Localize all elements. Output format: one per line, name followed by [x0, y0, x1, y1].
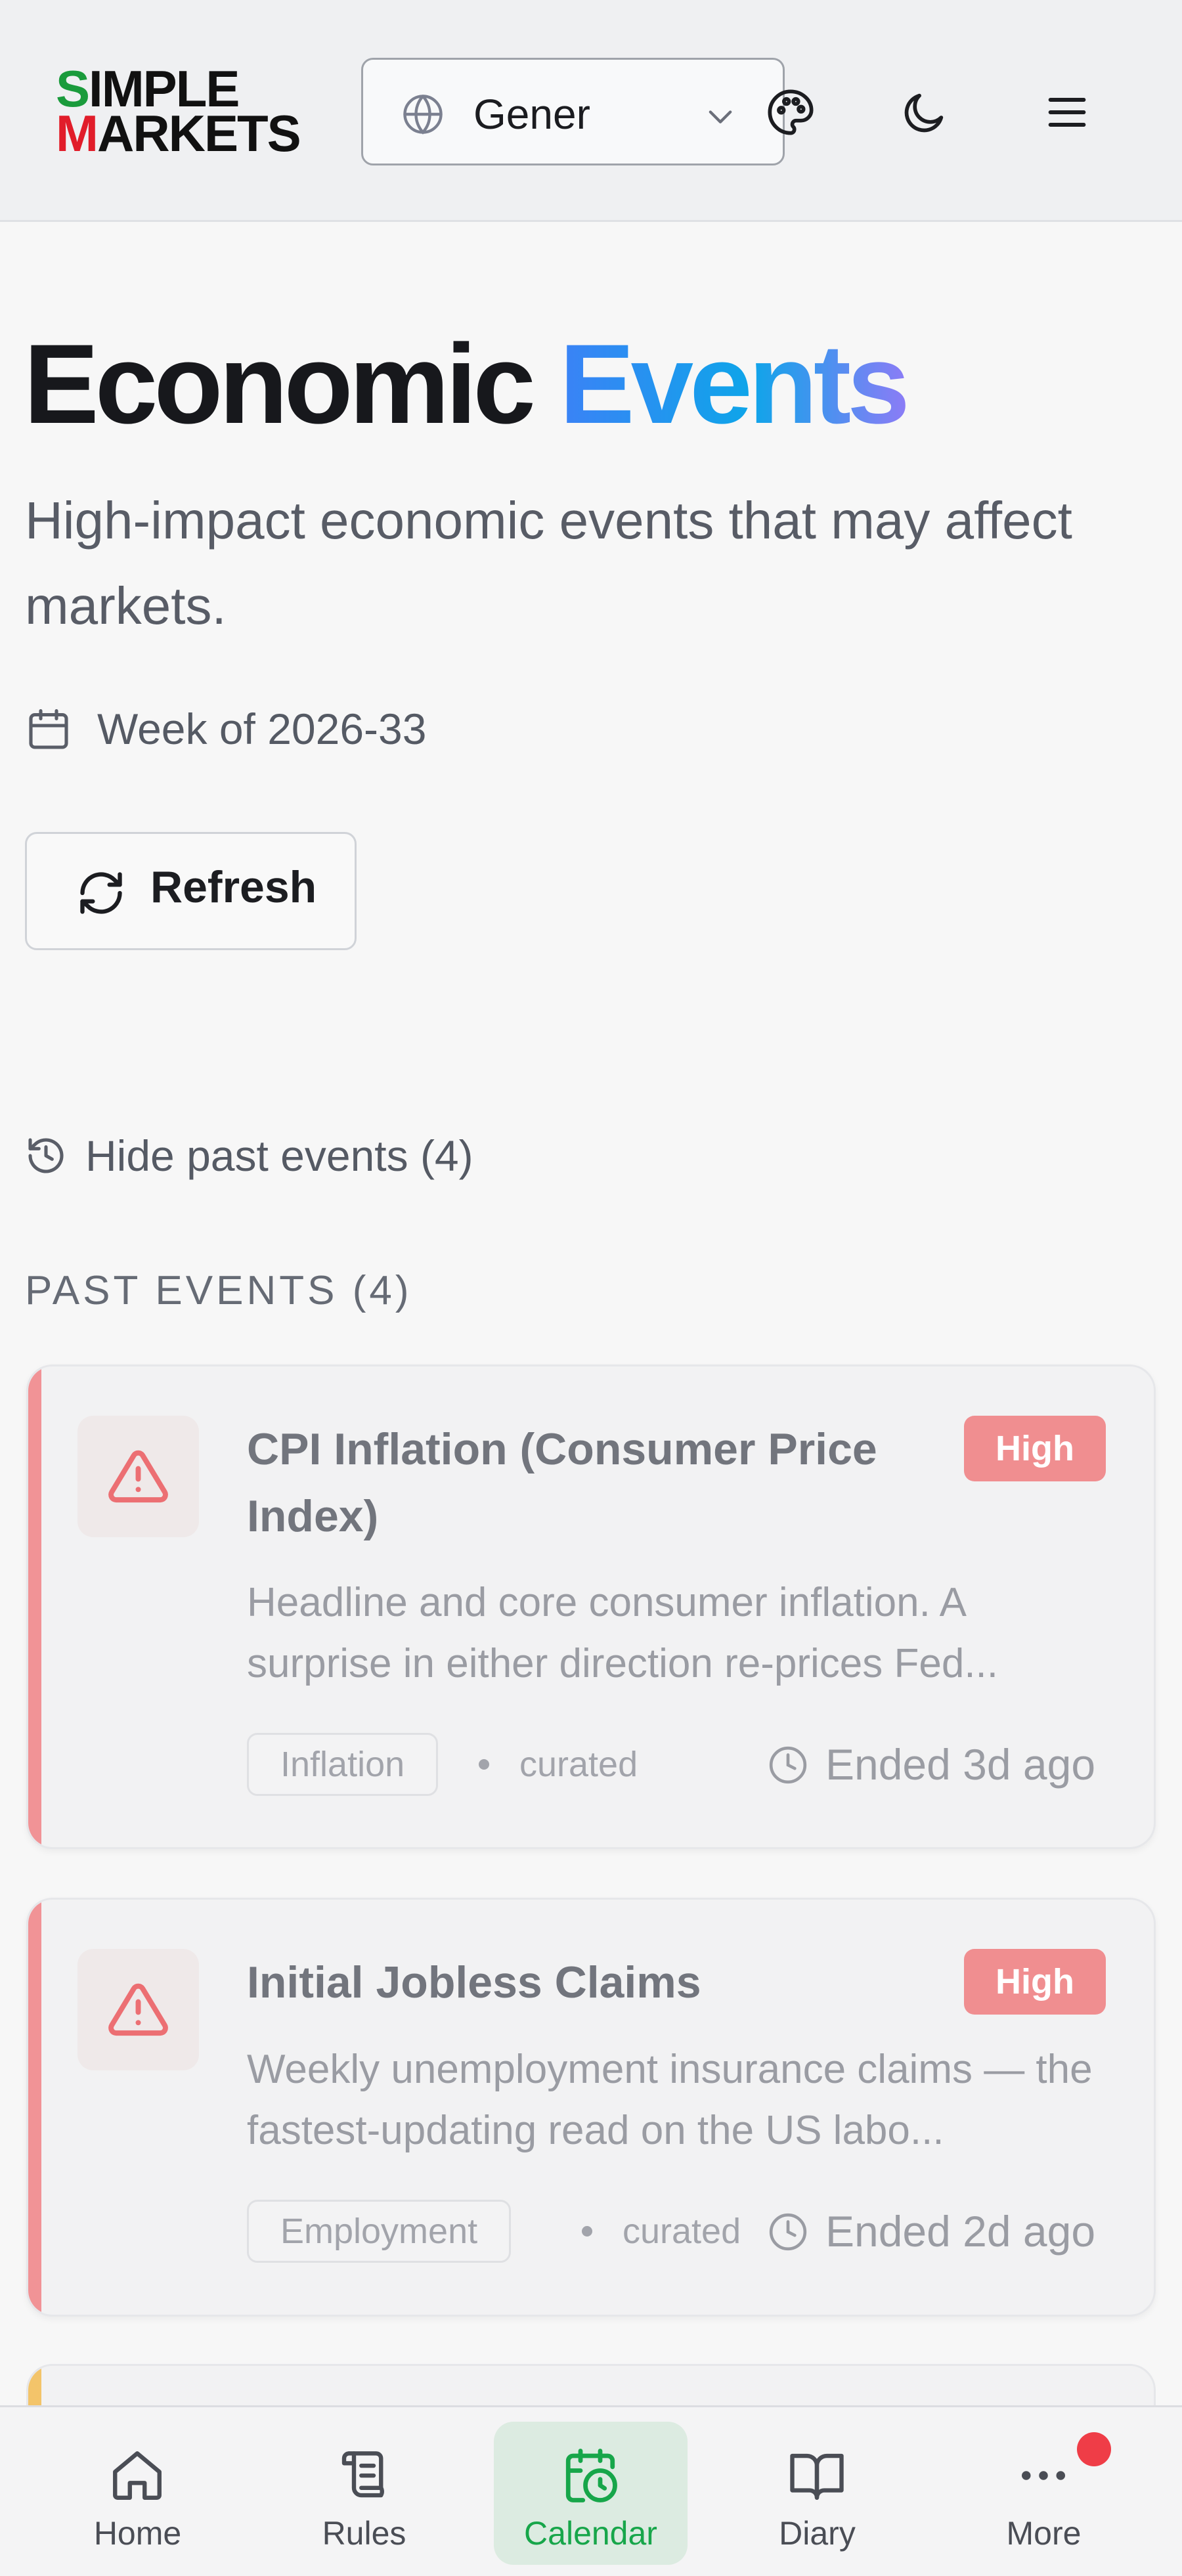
- event-status-label: Ended 3d ago: [825, 1740, 1096, 1789]
- calendar-icon: [29, 709, 68, 749]
- category-tag: Inflation: [247, 1733, 439, 1796]
- nav-more-label: More: [1006, 2515, 1082, 2552]
- nav-calendar-label: Calendar: [524, 2515, 657, 2552]
- calendar-clock-icon: [565, 2449, 617, 2502]
- refresh-button[interactable]: Refresh: [25, 832, 357, 950]
- impact-icon-box: [77, 1416, 199, 1537]
- nav-diary-label: Diary: [779, 2515, 856, 2552]
- event-description: Weekly unemployment insurance claims — t…: [247, 2047, 1093, 2153]
- nav-calendar[interactable]: Calendar: [494, 2422, 688, 2565]
- event-source: curated: [519, 1745, 638, 1784]
- refresh-icon: [80, 872, 122, 914]
- refresh-label: Refresh: [150, 862, 317, 912]
- impact-icon-box: [77, 1949, 199, 2070]
- page-title-main: Economic: [24, 321, 536, 447]
- home-icon: [113, 2451, 162, 2500]
- bottom-navigation: Home Rules Calendar Diary More: [0, 2405, 1182, 2576]
- event-source: curated: [623, 2212, 741, 2251]
- page-title: Economic Events: [24, 321, 910, 447]
- nav-rules[interactable]: Rules: [267, 2422, 461, 2565]
- clock-icon: [769, 1746, 807, 1784]
- event-description: Headline and core consumer inflation. A …: [247, 1580, 999, 1686]
- category-tag: Employment: [247, 2200, 512, 2263]
- event-title: Initial Jobless Claims: [247, 1957, 701, 2007]
- moon-icon[interactable]: [900, 87, 950, 137]
- palette-icon[interactable]: [766, 87, 816, 137]
- more-icon: [1022, 2471, 1065, 2480]
- nav-home-label: Home: [93, 2515, 182, 2552]
- nav-rules-label: Rules: [322, 2515, 406, 2552]
- separator-dot: [582, 2226, 592, 2237]
- week-label: Week of 2026-33: [97, 705, 427, 753]
- logo-arkets: ARKETS: [97, 104, 301, 162]
- event-status: Ended 2d ago: [768, 2200, 1106, 2263]
- language-select-value: Gener: [473, 91, 590, 138]
- impact-badge: High: [964, 1416, 1106, 1481]
- event-meta: Inflation curated Ended 3d ago: [247, 1733, 1106, 1799]
- event-status: Ended 3d ago: [768, 1733, 1106, 1796]
- hide-past-events-label: Hide past events (4): [85, 1131, 473, 1180]
- history-icon: [28, 1138, 64, 1173]
- impact-accent-bar: [28, 1366, 41, 1847]
- past-events-heading: PAST EVENTS (4): [25, 1268, 412, 1313]
- chevron-down-icon: [709, 110, 732, 123]
- warning-triangle-icon: [108, 1983, 168, 2036]
- book-icon: [790, 2453, 844, 2500]
- page-subtitle: High-impact economic events that may aff…: [25, 491, 1072, 635]
- page-title-accent: Events: [559, 321, 910, 447]
- event-card-cpi[interactable]: CPI Inflation (Consumer Price Index) Hig…: [26, 1364, 1156, 1849]
- app-header: SIMPLE MARKETS Gener: [0, 0, 1182, 222]
- logo-m: M: [56, 104, 98, 162]
- event-status-label: Ended 2d ago: [825, 2207, 1096, 2256]
- notification-dot: [1077, 2432, 1111, 2466]
- clock-icon: [769, 2213, 807, 2251]
- separator-dot: [479, 1759, 489, 1770]
- impact-accent-bar: [28, 1900, 41, 2315]
- event-meta: Employment curated Ended 2d ago: [247, 2200, 1106, 2265]
- nav-more[interactable]: More: [947, 2422, 1141, 2565]
- scroll-icon: [341, 2451, 384, 2498]
- warning-triangle-icon: [108, 1450, 168, 1503]
- nav-home[interactable]: Home: [41, 2422, 234, 2565]
- simple-markets-logo[interactable]: SIMPLE MARKETS: [56, 63, 305, 162]
- nav-diary[interactable]: Diary: [720, 2422, 914, 2565]
- language-select[interactable]: Gener: [361, 58, 785, 165]
- event-title: CPI Inflation (Consumer Price Index): [247, 1424, 877, 1541]
- impact-badge: High: [964, 1949, 1106, 2015]
- event-card-jobless-claims[interactable]: Initial Jobless Claims High Weekly unemp…: [26, 1898, 1156, 2317]
- globe-icon: [403, 95, 443, 135]
- menu-icon[interactable]: [1042, 87, 1092, 137]
